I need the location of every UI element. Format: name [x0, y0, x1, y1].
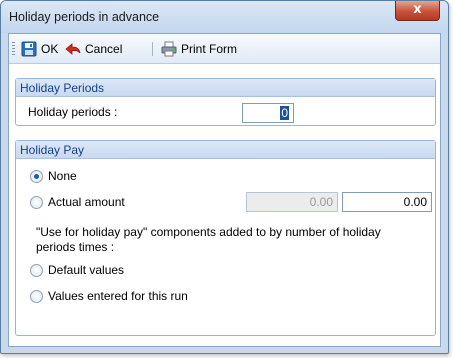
toolbar-grip[interactable] — [12, 42, 15, 56]
toolbar: OK Cancel Print Form — [9, 34, 440, 64]
back-arrow-icon — [65, 41, 81, 57]
toolbar-separator — [152, 42, 153, 56]
print-form-label: Print Form — [181, 42, 238, 56]
cancel-button[interactable]: Cancel — [65, 41, 122, 57]
cancel-label: Cancel — [85, 42, 123, 56]
dialog-content: OK Cancel Print Form Holiday Periods Hol… — [8, 33, 441, 347]
radio-none-label: None — [48, 169, 77, 183]
holiday-periods-group: Holiday Periods Holiday periods : 0 — [15, 78, 436, 126]
dialog-window: Holiday periods in advance x OK Cancel P… — [0, 0, 449, 354]
actual-amount-field[interactable]: 0.00 — [342, 192, 432, 212]
holiday-periods-header: Holiday Periods — [16, 79, 435, 97]
ok-button[interactable]: OK — [21, 41, 58, 57]
actual-amount-disabled-field: 0.00 — [246, 192, 338, 212]
radio-none[interactable]: None — [30, 169, 77, 183]
radio-default-values[interactable]: Default values — [30, 263, 124, 277]
holiday-periods-label: Holiday periods : — [28, 105, 118, 119]
holiday-pay-group: Holiday Pay None Actual amount 0.00 0.00… — [15, 140, 436, 336]
radio-actual-amount-label: Actual amount — [48, 195, 125, 209]
print-form-button[interactable]: Print Form — [161, 41, 237, 57]
actual-amount-disabled-value: 0.00 — [309, 195, 333, 209]
ok-label: OK — [41, 42, 59, 56]
holiday-pay-note: "Use for holiday pay" components added t… — [36, 225, 381, 254]
window-title: Holiday periods in advance — [9, 10, 160, 24]
close-button[interactable]: x — [395, 1, 440, 21]
radio-default-values-circle[interactable] — [30, 263, 43, 277]
radio-none-circle[interactable] — [30, 169, 43, 183]
radio-default-values-label: Default values — [48, 263, 125, 277]
radio-actual-amount[interactable]: Actual amount — [30, 195, 125, 209]
holiday-periods-input[interactable]: 0 — [242, 103, 294, 123]
radio-actual-amount-circle[interactable] — [30, 195, 43, 209]
save-icon — [21, 41, 37, 57]
title-bar[interactable]: Holiday periods in advance x — [1, 1, 448, 33]
radio-values-entered-circle[interactable] — [30, 289, 43, 303]
close-icon: x — [413, 2, 422, 17]
radio-values-entered[interactable]: Values entered for this run — [30, 289, 188, 303]
actual-amount-value: 0.00 — [403, 195, 427, 209]
print-form-icon — [161, 41, 177, 57]
radio-values-entered-label: Values entered for this run — [48, 289, 188, 303]
holiday-periods-value: 0 — [280, 106, 289, 120]
holiday-pay-header: Holiday Pay — [16, 141, 435, 159]
